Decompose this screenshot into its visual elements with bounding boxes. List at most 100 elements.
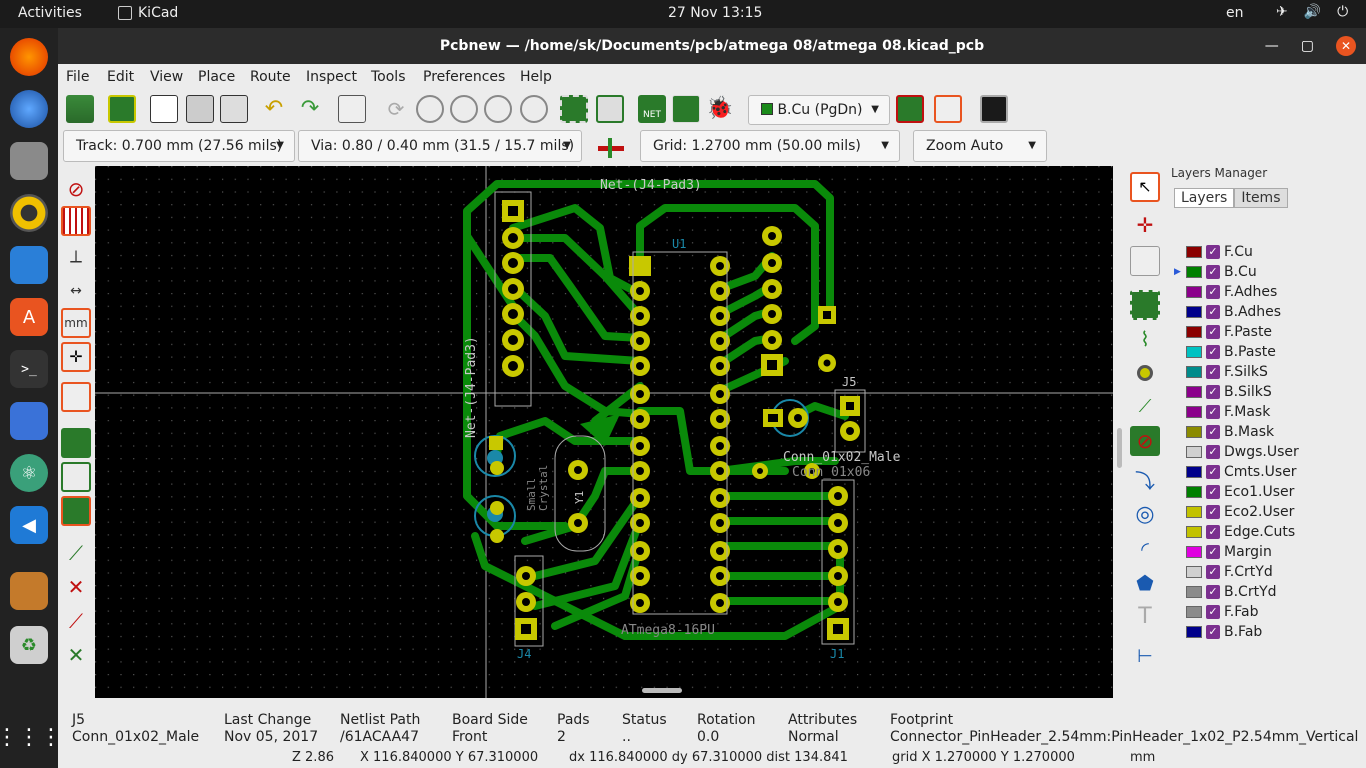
menu-tools[interactable]: Tools	[371, 69, 406, 85]
layer-visibility-checkbox[interactable]: ✓	[1206, 605, 1220, 619]
highlight-net-icon[interactable]: ✛	[1130, 210, 1160, 240]
footprint-editor-icon[interactable]	[560, 95, 588, 123]
layer-color-swatch[interactable]	[1186, 406, 1202, 418]
find-icon[interactable]	[338, 95, 366, 123]
mm-units-icon[interactable]: mm	[61, 308, 91, 338]
zone-outline-icon[interactable]	[61, 462, 91, 492]
menu-inspect[interactable]: Inspect	[306, 69, 357, 85]
layer-selector[interactable]: B.Cu (PgDn) ▼	[748, 95, 890, 125]
layer-color-swatch[interactable]	[1186, 546, 1202, 558]
layer-visibility-checkbox[interactable]: ✓	[1206, 525, 1220, 539]
zoom-out-icon[interactable]	[450, 95, 478, 123]
layer-color-swatch[interactable]	[1186, 606, 1202, 618]
menu-preferences[interactable]: Preferences	[423, 69, 505, 85]
menu-route[interactable]: Route	[250, 69, 291, 85]
layer-visibility-checkbox[interactable]: ✓	[1206, 385, 1220, 399]
menu-help[interactable]: Help	[520, 69, 552, 85]
show-apps-icon[interactable]: ⋮⋮⋮	[0, 718, 62, 756]
layer-color-swatch[interactable]	[1186, 326, 1202, 338]
pcb-calculator-icon[interactable]	[934, 95, 962, 123]
grid-toggle-icon[interactable]	[61, 206, 91, 236]
layer-row[interactable]: ✓ F.Cu	[1174, 242, 1253, 262]
add-footprint-icon[interactable]	[1130, 290, 1160, 320]
layer-visibility-checkbox[interactable]: ✓	[1206, 545, 1220, 559]
screenshot-icon[interactable]	[10, 402, 48, 440]
polar-coords-icon[interactable]: ⟂	[61, 242, 91, 272]
layer-row[interactable]: ✓ Margin	[1174, 542, 1272, 562]
layer-row[interactable]: ✓ F.Paste	[1174, 322, 1272, 342]
layer-row[interactable]: ✓ Cmts.User	[1174, 462, 1297, 482]
route-track-icon[interactable]: ⌇	[1130, 324, 1160, 354]
activities-button[interactable]: Activities	[18, 5, 82, 21]
via-size-select[interactable]: Via: 0.80 / 0.40 mm (31.5 / 15.7 mils) *…	[298, 130, 582, 184]
layer-color-swatch[interactable]	[1186, 566, 1202, 578]
save-board-icon[interactable]	[66, 95, 94, 123]
add-polygon-icon[interactable]: ⬟	[1130, 568, 1160, 598]
layer-row[interactable]: ✓ Eco2.User	[1174, 502, 1294, 522]
board-setup-icon[interactable]	[108, 95, 136, 123]
zoom-selection-icon[interactable]	[520, 95, 548, 123]
layer-pair-icon[interactable]	[896, 95, 924, 123]
redo-icon[interactable]: ↷	[296, 95, 324, 123]
layer-visibility-checkbox[interactable]: ✓	[1206, 585, 1220, 599]
system-tray[interactable]: ✈ 🔊 ⏻	[1276, 4, 1348, 20]
layer-color-swatch[interactable]	[1186, 586, 1202, 598]
layer-color-swatch[interactable]	[1186, 426, 1202, 438]
cursor-shape-icon[interactable]: ✛	[61, 342, 91, 372]
layer-color-swatch[interactable]	[1186, 246, 1202, 258]
layer-visibility-checkbox[interactable]: ✓	[1206, 465, 1220, 479]
clock[interactable]: 27 Nov 13:15	[668, 5, 762, 21]
vertical-scrollbar[interactable]	[1117, 428, 1122, 468]
layer-visibility-checkbox[interactable]: ✓	[1206, 305, 1220, 319]
layer-color-swatch[interactable]	[1186, 266, 1202, 278]
layer-row[interactable]: ✓ B.Paste	[1174, 342, 1276, 362]
minimize-button[interactable]: —	[1265, 28, 1279, 64]
undo-icon[interactable]: ↶	[260, 95, 288, 123]
zoom-in-icon[interactable]	[416, 95, 444, 123]
software-center-icon[interactable]: A	[10, 298, 48, 336]
writer-icon[interactable]	[10, 246, 48, 284]
drc-off-icon[interactable]: ⊘	[61, 174, 91, 204]
vscode-icon[interactable]: ◀	[10, 506, 48, 544]
layer-row[interactable]: ✓ F.Mask	[1174, 402, 1270, 422]
layer-visibility-checkbox[interactable]: ✓	[1206, 265, 1220, 279]
add-arc-icon[interactable]: ◜	[1130, 534, 1160, 564]
keepout-area-icon[interactable]: ⊘	[1130, 426, 1160, 456]
zone-fill-icon[interactable]	[61, 428, 91, 458]
add-dimension-icon[interactable]: ⊢	[1130, 642, 1160, 672]
plot-icon[interactable]	[220, 95, 248, 123]
update-pcb-icon[interactable]	[672, 95, 700, 123]
scripting-console-icon[interactable]	[980, 95, 1008, 123]
select-tool-icon[interactable]: ↖	[1130, 172, 1160, 202]
layer-row[interactable]: ✓ B.SilkS	[1174, 382, 1272, 402]
app-menu[interactable]: KiCad	[118, 5, 178, 21]
ratsnest-icon[interactable]	[61, 382, 91, 412]
menu-file[interactable]: File	[66, 69, 89, 85]
add-text-icon[interactable]: T	[1130, 602, 1160, 632]
layer-row[interactable]: ✓ F.Fab	[1174, 602, 1259, 622]
add-circle-icon[interactable]: ◎	[1130, 500, 1160, 530]
window-titlebar[interactable]: Pcbnew — /home/sk/Documents/pcb/atmega 0…	[58, 28, 1366, 64]
layer-color-swatch[interactable]	[1186, 626, 1202, 638]
layer-color-swatch[interactable]	[1186, 466, 1202, 478]
layer-visibility-checkbox[interactable]: ✓	[1206, 625, 1220, 639]
files-icon[interactable]	[10, 142, 48, 180]
layer-visibility-checkbox[interactable]: ✓	[1206, 245, 1220, 259]
load-netlist-icon[interactable]: NET	[638, 95, 666, 123]
grid-select[interactable]: Grid: 1.2700 mm (50.00 mils) ▼	[640, 130, 900, 162]
layer-row[interactable]: ✓ B.Mask	[1174, 422, 1274, 442]
layer-row[interactable]: ✓ F.Adhes	[1174, 282, 1277, 302]
layer-row[interactable]: ✓ B.Fab	[1174, 622, 1262, 642]
layer-row[interactable]: ✓ Edge.Cuts	[1174, 522, 1295, 542]
thunderbird-icon[interactable]	[10, 90, 48, 128]
zoom-fit-icon[interactable]	[484, 95, 512, 123]
add-zone-icon[interactable]: ⟋	[1130, 392, 1160, 422]
language-indicator[interactable]: en	[1226, 5, 1244, 21]
horizontal-scrollbar[interactable]	[642, 688, 682, 693]
close-button[interactable]: ✕	[1336, 36, 1356, 56]
terminal-icon[interactable]: >_	[10, 350, 48, 388]
via-sketch-icon[interactable]: ⟋	[61, 538, 91, 568]
zoom-select[interactable]: Zoom Auto ▼	[913, 130, 1047, 162]
pcb-canvas[interactable]: Net-(J4-Pad3) Net-(J4-Pad3) U1 ATmega8-1…	[95, 166, 1113, 698]
layer-visibility-checkbox[interactable]: ✓	[1206, 325, 1220, 339]
